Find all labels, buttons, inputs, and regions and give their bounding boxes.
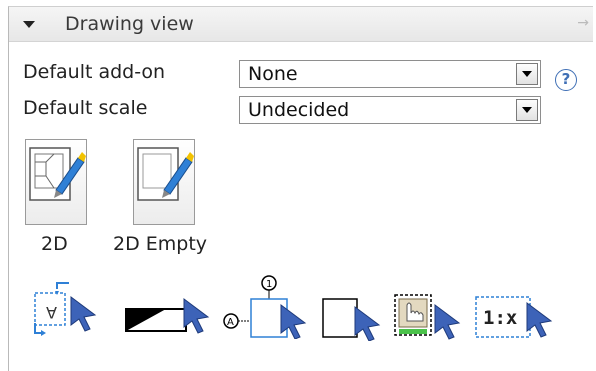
- 2d-template-button[interactable]: [25, 139, 87, 225]
- section-view-icon: [125, 298, 210, 334]
- chevron-down-icon[interactable]: [516, 99, 538, 121]
- 2d-empty-template-icon: [137, 147, 194, 201]
- svg-text:A: A: [46, 303, 57, 322]
- move-view-tool[interactable]: [391, 291, 463, 341]
- balloon-anchor-icon: A 1: [223, 275, 307, 340]
- balloon-number: 1: [266, 279, 272, 290]
- scale-view-icon: 1:x: [475, 296, 553, 338]
- default-scale-select[interactable]: Undecided: [239, 96, 541, 124]
- pin-icon[interactable]: →: [577, 15, 589, 31]
- balloon-anchor-tool[interactable]: A 1: [219, 275, 311, 340]
- 2d-template-label: 2D: [41, 233, 68, 255]
- default-scale-value: Undecided: [248, 99, 350, 121]
- default-addon-label: Default add-on: [23, 61, 166, 83]
- chevron-down-icon[interactable]: [516, 63, 538, 85]
- drawing-view-panel: Drawing view → Default add-on None ? Def…: [8, 6, 593, 371]
- 2d-empty-template-label: 2D Empty: [113, 233, 208, 255]
- help-icon[interactable]: ?: [555, 69, 577, 91]
- panel-header[interactable]: Drawing view →: [9, 7, 593, 42]
- section-view-tool[interactable]: [124, 297, 212, 337]
- rotate-view-icon: A: [34, 282, 97, 336]
- collapse-triangle-icon[interactable]: [23, 21, 35, 28]
- new-sheet-icon: [322, 298, 381, 342]
- move-view-icon: [394, 294, 461, 340]
- scale-text: 1:x: [483, 307, 517, 329]
- 2d-empty-template-button[interactable]: [133, 139, 195, 225]
- scale-view-tool[interactable]: 1:x: [473, 293, 557, 341]
- panel-title: Drawing view: [65, 13, 194, 35]
- 2d-view-template-icon: [29, 147, 86, 201]
- default-addon-select[interactable]: None: [239, 60, 541, 88]
- rotate-view-tool[interactable]: A: [29, 279, 99, 339]
- new-sheet-tool[interactable]: [319, 295, 383, 342]
- default-scale-label: Default scale: [23, 97, 148, 119]
- anchor-letter: A: [227, 317, 234, 328]
- default-addon-value: None: [248, 63, 298, 85]
